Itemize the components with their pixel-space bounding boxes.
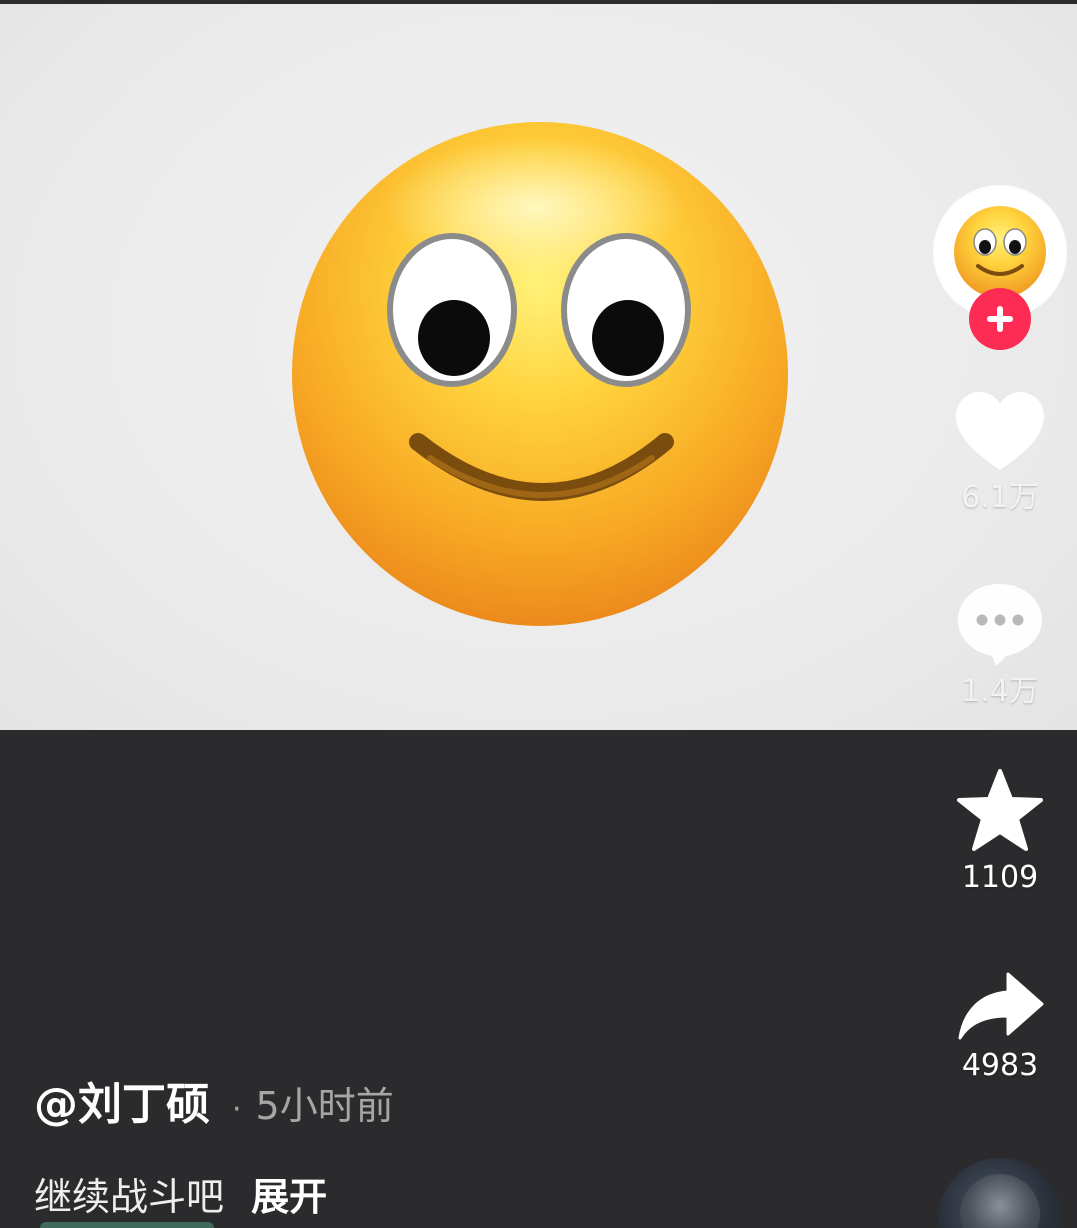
side-action-bar: 6.1万 1.4万 1109 4983 [920, 180, 1077, 1228]
like-button[interactable]: 6.1万 [920, 390, 1077, 516]
video-player[interactable] [0, 4, 1077, 730]
bottom-tag-pill[interactable] [40, 1222, 214, 1228]
description-line: 继续战斗吧 展开 [34, 1166, 894, 1221]
star-icon [957, 769, 1043, 851]
video-feed-screen: 6.1万 1.4万 1109 4983 @刘丁硕 · 5小时前 继续战斗吧 展开 [0, 0, 1077, 1228]
favorite-count: 1109 [961, 860, 1039, 895]
video-description: 继续战斗吧 [34, 1175, 225, 1219]
share-arrow-icon [958, 972, 1044, 1040]
smiling-face-emoji-icon [292, 122, 788, 626]
author-name[interactable]: @刘丁硕 [34, 1068, 210, 1132]
comment-bubble-icon [958, 584, 1042, 666]
share-button[interactable]: 4983 [920, 970, 1077, 1084]
heart-icon [956, 392, 1044, 470]
follow-button[interactable] [969, 288, 1031, 350]
favorite-button[interactable]: 1109 [920, 768, 1077, 896]
music-cover [960, 1174, 1040, 1228]
plus-icon [987, 306, 1013, 332]
video-caption: @刘丁硕 · 5小时前 继续战斗吧 展开 [34, 1068, 894, 1221]
author-line: @刘丁硕 · 5小时前 [34, 1068, 894, 1132]
like-count: 6.1万 [961, 480, 1039, 515]
separator-dot: · [232, 1092, 242, 1127]
smiling-face-emoji-avatar-icon [954, 206, 1046, 298]
share-count: 4983 [961, 1048, 1039, 1083]
expand-button[interactable]: 展开 [251, 1175, 327, 1219]
comment-count: 1.4万 [961, 674, 1039, 709]
comment-button[interactable]: 1.4万 [920, 580, 1077, 710]
post-time: 5小时前 [255, 1084, 394, 1128]
